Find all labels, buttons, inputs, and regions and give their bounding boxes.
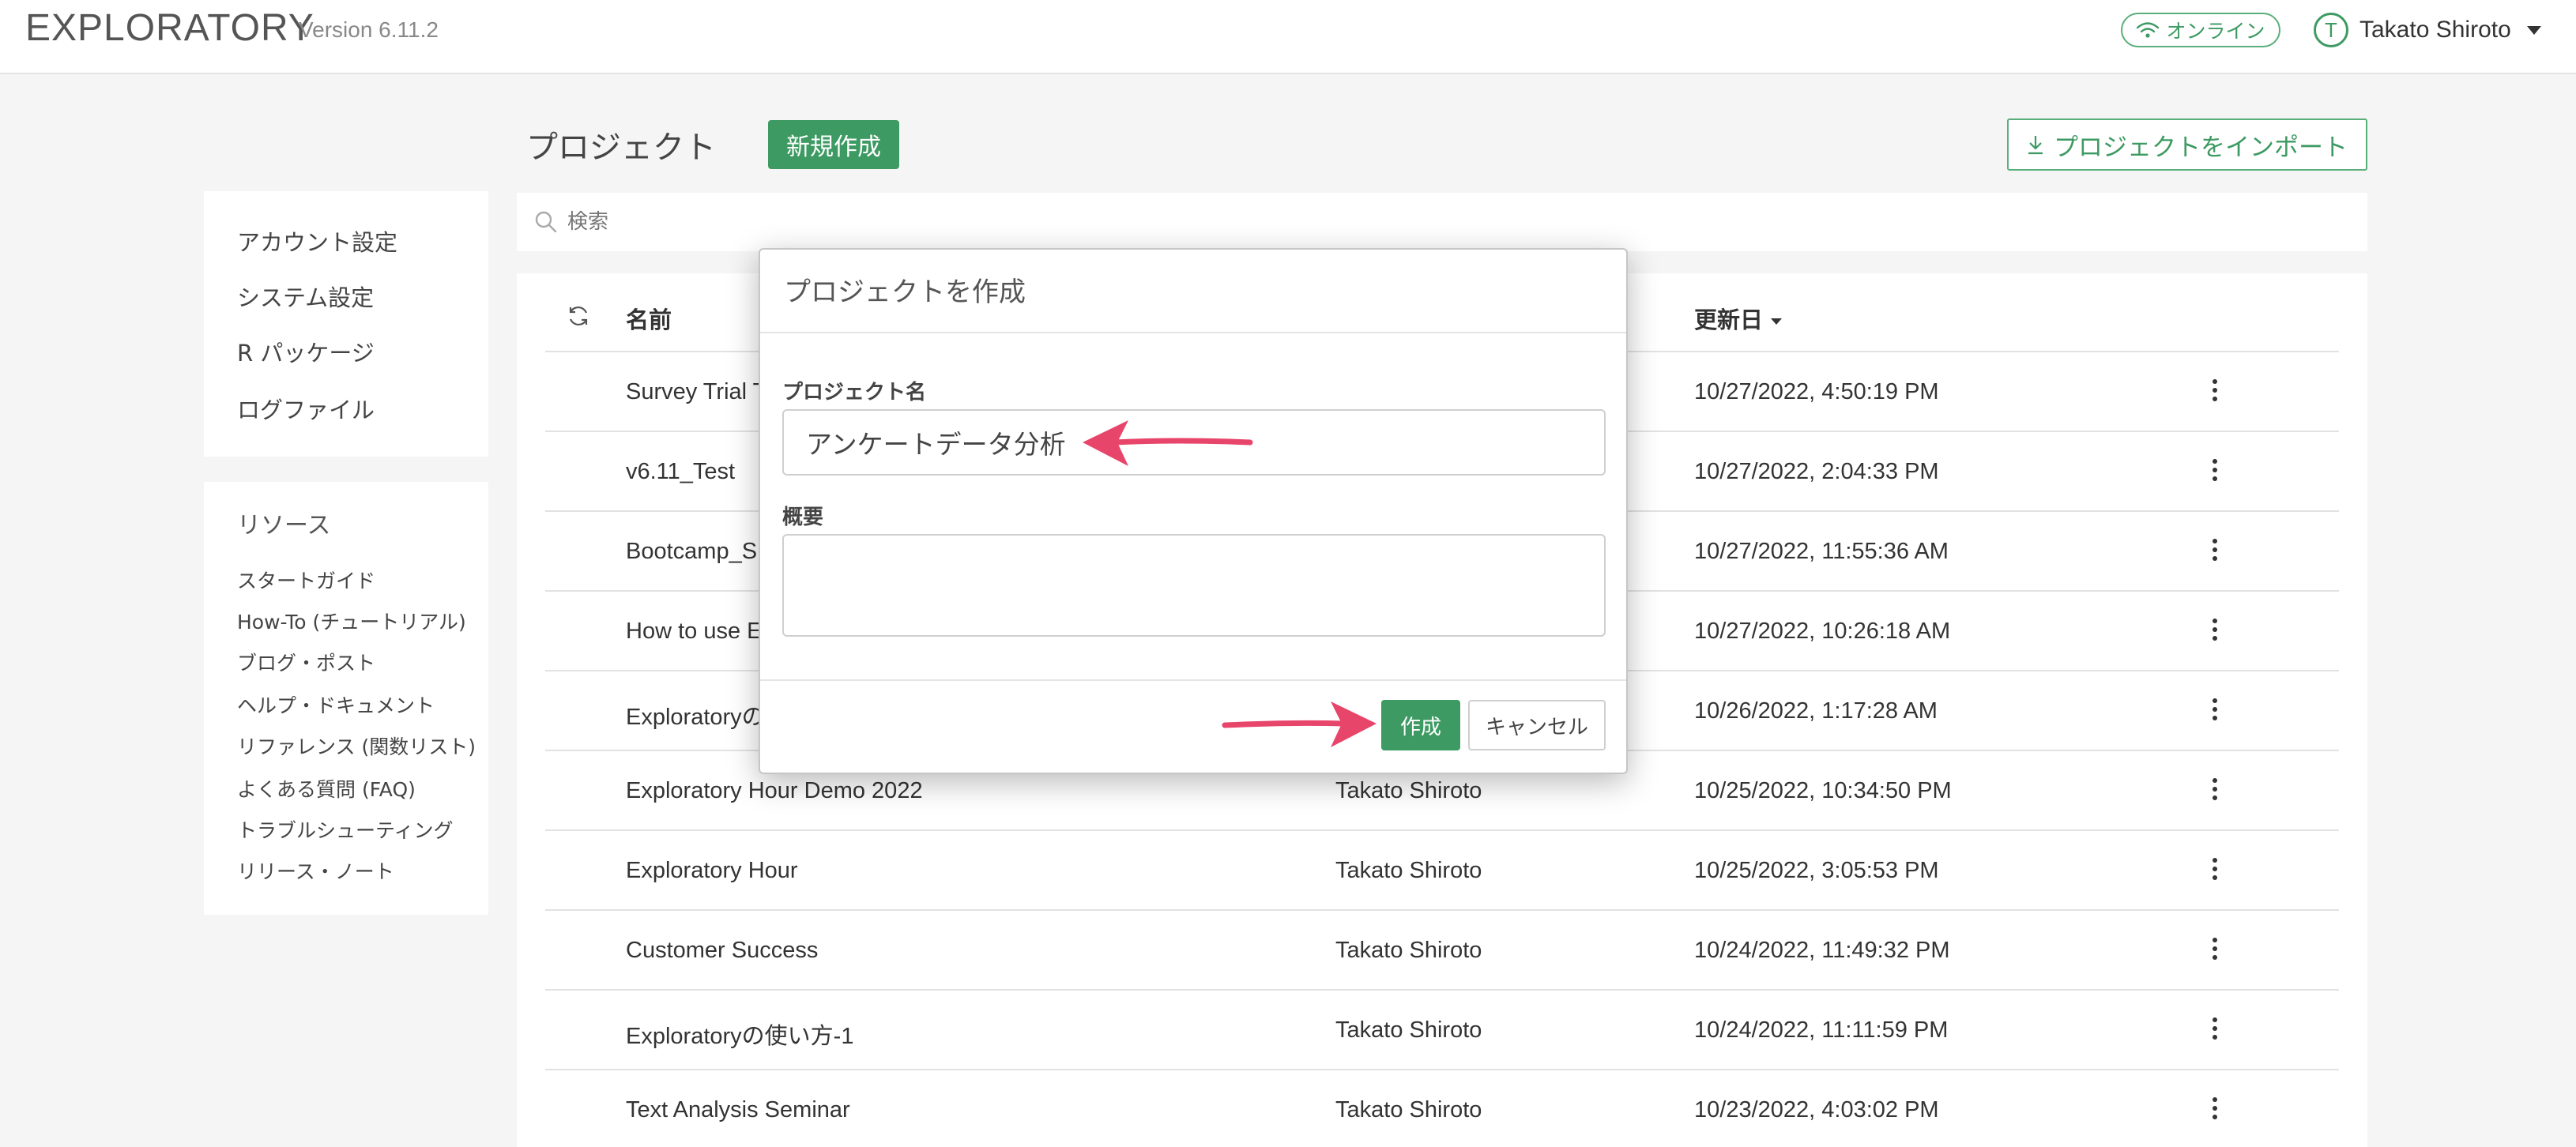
refresh-icon[interactable] xyxy=(566,303,591,329)
sidebar-resources: リソース スタートガイド How-To (チュートリアル) ブログ・ポスト ヘル… xyxy=(204,482,488,915)
more-vertical-icon[interactable] xyxy=(2211,539,2219,566)
sidebar-item-account-settings[interactable]: アカウント設定 xyxy=(237,224,397,258)
version-label: Version 6.11.2 xyxy=(299,17,439,42)
dialog-divider xyxy=(760,679,1626,681)
table-row[interactable]: Customer Success Takato Shiroto 10/24/2022… xyxy=(545,909,2339,989)
new-project-button[interactable]: 新規作成 xyxy=(768,120,899,169)
user-name: Takato Shiroto xyxy=(2359,17,2511,43)
column-header-updated-label: 更新日 xyxy=(1694,306,1764,333)
chevron-down-icon xyxy=(2526,25,2541,35)
more-vertical-icon[interactable] xyxy=(2211,698,2219,725)
more-vertical-icon[interactable] xyxy=(2211,1097,2219,1124)
project-owner-cell: Takato Shiroto xyxy=(1335,778,1482,803)
project-updated-cell: 10/25/2022, 3:05:53 PM xyxy=(1694,858,1939,883)
project-owner-cell: Takato Shiroto xyxy=(1335,858,1482,883)
online-status-label: オンライン xyxy=(2166,20,2265,43)
project-updated-cell: 10/27/2022, 11:55:36 AM xyxy=(1694,539,1949,564)
project-owner-cell: Takato Shiroto xyxy=(1335,938,1482,963)
project-name-label: プロジェクト名 xyxy=(782,381,927,404)
table-row[interactable]: Exploratory Hour Takato Shiroto 10/25/2022… xyxy=(545,829,2339,909)
project-updated-cell: 10/24/2022, 11:49:32 PM xyxy=(1694,938,1950,963)
sidebar-item-faq[interactable]: よくある質問 (FAQ) xyxy=(237,774,416,803)
download-icon xyxy=(2028,136,2043,155)
search-bar xyxy=(517,193,2367,251)
table-row[interactable]: Exploratoryの使い方-1 Takato Shiroto 10/24/202… xyxy=(545,989,2339,1069)
create-project-dialog: プロジェクトを作成 プロジェクト名 アンケートデータ分析 概要 作成 キャンセル xyxy=(759,248,1628,774)
column-header-updated[interactable]: 更新日 xyxy=(1694,302,1783,335)
create-button[interactable]: 作成 xyxy=(1381,700,1460,750)
more-vertical-icon[interactable] xyxy=(2211,938,2219,965)
resources-heading: リソース xyxy=(237,512,331,540)
more-vertical-icon[interactable] xyxy=(2211,619,2219,645)
project-name-cell[interactable]: Exploratoryの使い方-1 xyxy=(626,1017,853,1051)
sidebar-item-troubleshooting[interactable]: トラブルシューティング xyxy=(237,815,454,844)
more-vertical-icon[interactable] xyxy=(2211,858,2219,885)
brand-logo: EXPLORATORY xyxy=(25,7,314,49)
project-updated-cell: 10/25/2022, 10:34:50 PM xyxy=(1694,778,1952,803)
dialog-title: プロジェクトを作成 xyxy=(784,276,1026,308)
column-header-name[interactable]: 名前 xyxy=(626,302,672,335)
sidebar-item-blog-posts[interactable]: ブログ・ポスト xyxy=(237,648,375,676)
project-name-cell[interactable]: Text Analysis Seminar xyxy=(626,1097,850,1123)
online-status-badge[interactable]: オンライン xyxy=(2121,13,2280,47)
sidebar-settings: アカウント設定 システム設定 R パッケージ ログファイル xyxy=(204,191,488,457)
table-row[interactable]: Text Analysis Seminar Takato Shiroto 10/23… xyxy=(545,1069,2339,1147)
dialog-divider xyxy=(760,332,1626,333)
project-updated-cell: 10/27/2022, 10:26:18 AM xyxy=(1694,619,1951,644)
project-name-cell[interactable]: Survey Trial T xyxy=(626,379,766,405)
project-updated-cell: 10/27/2022, 2:04:33 PM xyxy=(1694,459,1939,484)
sort-desc-icon xyxy=(1771,318,1783,325)
page-title: プロジェクト xyxy=(526,130,716,166)
wifi-icon xyxy=(2137,22,2160,38)
project-name-cell[interactable]: Exploratory Hour xyxy=(626,858,798,884)
sidebar-item-system-settings[interactable]: システム設定 xyxy=(237,280,374,313)
cancel-button[interactable]: キャンセル xyxy=(1468,700,1606,750)
project-updated-cell: 10/23/2022, 4:03:02 PM xyxy=(1694,1097,1939,1123)
project-name-cell[interactable]: Exploratoryの xyxy=(626,698,765,731)
project-name-cell[interactable]: Exploratory Hour Demo 2022 xyxy=(626,778,923,804)
project-owner-cell: Takato Shiroto xyxy=(1335,1017,1482,1043)
project-updated-cell: 10/24/2022, 11:11:59 PM xyxy=(1694,1017,1949,1043)
project-updated-cell: 10/26/2022, 1:17:28 AM xyxy=(1694,698,1938,724)
description-textarea[interactable] xyxy=(782,534,1606,637)
more-vertical-icon[interactable] xyxy=(2211,778,2219,805)
project-name-cell[interactable]: Bootcamp_S xyxy=(626,539,757,565)
search-icon xyxy=(535,211,557,233)
project-name-cell[interactable]: Customer Success xyxy=(626,938,818,964)
project-name-cell[interactable]: v6.11_Test xyxy=(626,459,735,485)
sidebar-item-reference[interactable]: リファレンス (関数リスト) xyxy=(237,731,476,760)
avatar: T xyxy=(2314,13,2348,47)
user-menu[interactable]: T Takato Shiroto xyxy=(2314,11,2541,49)
project-updated-cell: 10/27/2022, 4:50:19 PM xyxy=(1694,379,1939,404)
sidebar-item-help-docs[interactable]: ヘルプ・ドキュメント xyxy=(237,690,435,719)
more-vertical-icon[interactable] xyxy=(2211,459,2219,486)
description-label: 概要 xyxy=(782,506,824,529)
sidebar-item-log-files[interactable]: ログファイル xyxy=(237,392,375,425)
search-input[interactable] xyxy=(567,202,2306,242)
more-vertical-icon[interactable] xyxy=(2211,1017,2219,1044)
sidebar-item-release-notes[interactable]: リリース・ノート xyxy=(237,856,394,885)
project-name-cell[interactable]: How to use E xyxy=(626,619,762,645)
import-project-button[interactable]: プロジェクトをインポート xyxy=(2007,118,2367,171)
project-owner-cell: Takato Shiroto xyxy=(1335,1097,1482,1123)
sidebar-item-start-guide[interactable]: スタートガイド xyxy=(237,566,375,594)
sidebar-item-how-to[interactable]: How-To (チュートリアル) xyxy=(237,607,466,635)
project-name-input[interactable]: アンケートデータ分析 xyxy=(782,409,1606,476)
sidebar-item-r-packages[interactable]: R パッケージ xyxy=(237,335,375,368)
top-bar: EXPLORATORY Version 6.11.2 オンライン T Takat… xyxy=(0,0,2576,74)
import-project-label: プロジェクトをインポート xyxy=(2054,133,2348,162)
more-vertical-icon[interactable] xyxy=(2211,379,2219,406)
